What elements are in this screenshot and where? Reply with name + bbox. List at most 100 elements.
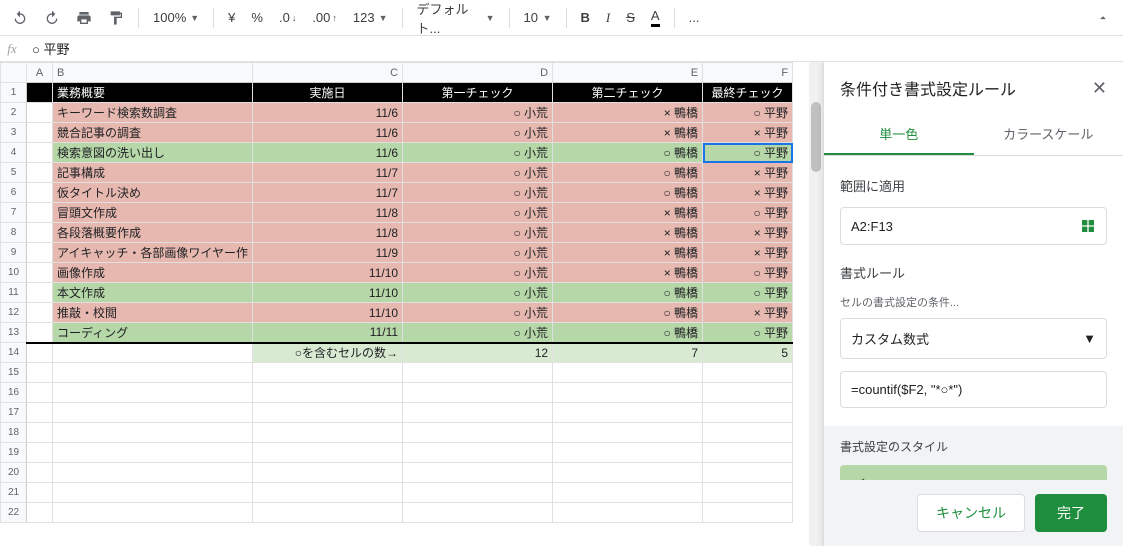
cell[interactable] bbox=[27, 443, 53, 463]
row-header-3[interactable]: 3 bbox=[1, 123, 27, 143]
percent-button[interactable]: % bbox=[245, 4, 269, 32]
cell[interactable]: ○ 鴨橋 bbox=[553, 323, 703, 343]
cell[interactable]: ○ 鴨橋 bbox=[553, 283, 703, 303]
row-header-20[interactable]: 20 bbox=[1, 463, 27, 483]
cell[interactable] bbox=[53, 363, 253, 383]
cell[interactable]: × 平野 bbox=[703, 123, 793, 143]
cell[interactable]: 冒頭文作成 bbox=[53, 203, 253, 223]
row-header-4[interactable]: 4 bbox=[1, 143, 27, 163]
cell[interactable]: 11/10 bbox=[253, 263, 403, 283]
text-color-button[interactable]: A bbox=[645, 4, 666, 32]
cell[interactable]: 競合記事の調査 bbox=[53, 123, 253, 143]
cell[interactable] bbox=[553, 483, 703, 503]
row-header-5[interactable]: 5 bbox=[1, 163, 27, 183]
cancel-button[interactable]: キャンセル bbox=[917, 494, 1025, 532]
cell[interactable] bbox=[53, 383, 253, 403]
cell[interactable] bbox=[27, 303, 53, 323]
cell[interactable]: × 鴨橋 bbox=[553, 243, 703, 263]
cell[interactable]: ○ 平野 bbox=[703, 323, 793, 343]
cell[interactable] bbox=[253, 423, 403, 443]
row-header-13[interactable]: 13 bbox=[1, 323, 27, 343]
cell[interactable] bbox=[553, 363, 703, 383]
cell[interactable] bbox=[703, 423, 793, 443]
row-header-21[interactable]: 21 bbox=[1, 483, 27, 503]
formula-bar[interactable]: fx ○ 平野 bbox=[0, 36, 1123, 62]
cell[interactable] bbox=[27, 103, 53, 123]
cell[interactable]: ○ 平野 bbox=[703, 143, 793, 163]
cell[interactable] bbox=[553, 443, 703, 463]
cell[interactable]: ○ 平野 bbox=[703, 103, 793, 123]
cell[interactable] bbox=[53, 403, 253, 423]
cell[interactable] bbox=[553, 423, 703, 443]
header-cell[interactable]: 実施日 bbox=[253, 83, 403, 103]
row-header-10[interactable]: 10 bbox=[1, 263, 27, 283]
cell[interactable]: × 鴨橋 bbox=[553, 203, 703, 223]
row-header-2[interactable]: 2 bbox=[1, 103, 27, 123]
cell[interactable] bbox=[553, 463, 703, 483]
header-cell[interactable]: 第一チェック bbox=[403, 83, 553, 103]
cell[interactable]: 画像作成 bbox=[53, 263, 253, 283]
cell[interactable] bbox=[27, 183, 53, 203]
cell[interactable]: × 平野 bbox=[703, 303, 793, 323]
cell[interactable]: ○ 小荒 bbox=[403, 263, 553, 283]
cell[interactable] bbox=[27, 363, 53, 383]
done-button[interactable]: 完了 bbox=[1035, 494, 1107, 532]
row-header-7[interactable]: 7 bbox=[1, 203, 27, 223]
cell[interactable]: ○ 平野 bbox=[703, 203, 793, 223]
cell[interactable]: ○ 小荒 bbox=[403, 283, 553, 303]
font-dropdown[interactable]: デフォルト...▼ bbox=[411, 4, 501, 32]
cell[interactable]: 5 bbox=[703, 343, 793, 363]
cell[interactable]: 各段落概要作成 bbox=[53, 223, 253, 243]
undo-button[interactable] bbox=[6, 4, 34, 32]
cell[interactable] bbox=[553, 503, 703, 523]
font-size-dropdown[interactable]: 10▼ bbox=[518, 4, 558, 32]
cell[interactable]: ○ 鴨橋 bbox=[553, 303, 703, 323]
number-format-dropdown[interactable]: 123▼ bbox=[347, 4, 394, 32]
cell[interactable]: × 鴨橋 bbox=[553, 263, 703, 283]
header-cell[interactable] bbox=[27, 83, 53, 103]
cell[interactable] bbox=[27, 143, 53, 163]
cell[interactable] bbox=[403, 403, 553, 423]
col-header-C[interactable]: C bbox=[253, 63, 403, 83]
more-button[interactable]: ... bbox=[683, 4, 706, 32]
row-header-11[interactable]: 11 bbox=[1, 283, 27, 303]
cell[interactable]: 11/9 bbox=[253, 243, 403, 263]
cell[interactable]: 12 bbox=[403, 343, 553, 363]
cell[interactable]: 記事構成 bbox=[53, 163, 253, 183]
cell[interactable] bbox=[253, 443, 403, 463]
cell[interactable] bbox=[27, 503, 53, 523]
cell[interactable] bbox=[403, 463, 553, 483]
header-cell[interactable]: 第二チェック bbox=[553, 83, 703, 103]
cell[interactable] bbox=[253, 403, 403, 423]
col-header-B[interactable]: B bbox=[53, 63, 253, 83]
cell[interactable]: キーワード検索数調査 bbox=[53, 103, 253, 123]
cell[interactable] bbox=[27, 163, 53, 183]
cell[interactable] bbox=[27, 203, 53, 223]
cell[interactable] bbox=[53, 343, 253, 363]
row-header-9[interactable]: 9 bbox=[1, 243, 27, 263]
print-button[interactable] bbox=[70, 4, 98, 32]
vertical-scrollbar[interactable] bbox=[809, 62, 823, 546]
tab-color-scale[interactable]: カラースケール bbox=[974, 114, 1123, 155]
row-header-6[interactable]: 6 bbox=[1, 183, 27, 203]
cell[interactable] bbox=[27, 123, 53, 143]
row-header-14[interactable]: 14 bbox=[1, 343, 27, 363]
cell[interactable]: 11/11 bbox=[253, 323, 403, 343]
cell[interactable]: × 平野 bbox=[703, 243, 793, 263]
cell[interactable] bbox=[403, 363, 553, 383]
cell[interactable] bbox=[27, 323, 53, 343]
cell[interactable]: 11/6 bbox=[253, 123, 403, 143]
cell[interactable] bbox=[27, 263, 53, 283]
row-header-12[interactable]: 12 bbox=[1, 303, 27, 323]
cell[interactable] bbox=[27, 403, 53, 423]
cell[interactable]: コーディング bbox=[53, 323, 253, 343]
cell[interactable] bbox=[253, 463, 403, 483]
cell[interactable] bbox=[253, 363, 403, 383]
cell[interactable]: ○ 小荒 bbox=[403, 143, 553, 163]
cell[interactable]: ○ 小荒 bbox=[403, 303, 553, 323]
cell[interactable] bbox=[27, 243, 53, 263]
cell[interactable] bbox=[703, 463, 793, 483]
paint-format-button[interactable] bbox=[102, 4, 130, 32]
cell[interactable] bbox=[27, 483, 53, 503]
grid-icon[interactable] bbox=[1080, 218, 1096, 234]
